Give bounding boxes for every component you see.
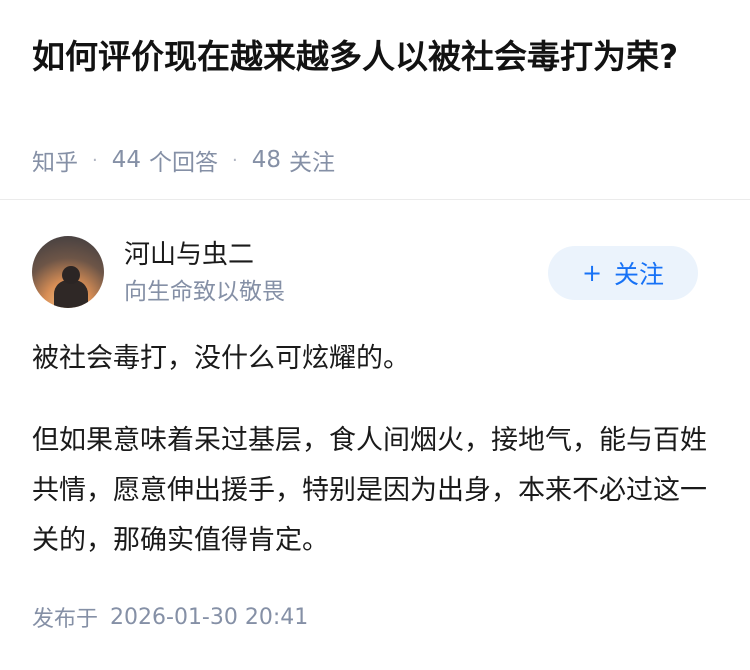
author-card: 河山与虫二 向生命致以敬畏 + 关注: [32, 236, 718, 310]
source-label[interactable]: 知乎: [32, 143, 78, 177]
author-name[interactable]: 河山与虫二: [124, 238, 254, 272]
separator-dot: ·: [232, 149, 238, 171]
publish-datetime: 2026-01-30 20:41: [110, 604, 309, 630]
follow-button[interactable]: + 关注: [548, 246, 698, 300]
publish-info: 发布于 2026-01-30 20:41: [32, 600, 308, 634]
answer-paragraph: 但如果意味着呆过基层，食人间烟火，接地气，能与百姓共情，愿意伸出援手，特别是因为…: [32, 425, 707, 556]
separator-dot: ·: [92, 149, 98, 171]
answer-paragraph: 被社会毒打，没什么可炫耀的。: [32, 343, 410, 374]
answer-count: 44: [111, 147, 142, 173]
avatar[interactable]: [32, 236, 104, 308]
question-meta: 知乎 · 44 个回答 · 48 关注: [32, 144, 335, 176]
question-title[interactable]: 如何评价现在越来越多人以被社会毒打为荣?: [32, 32, 712, 82]
follower-count: 48: [251, 147, 282, 173]
avatar-figure-head: [62, 266, 80, 284]
avatar-figure-body: [54, 280, 88, 308]
follower-count-label[interactable]: 关注: [289, 143, 335, 177]
publish-label: 发布于: [32, 607, 99, 632]
author-signature: 向生命致以敬畏: [124, 279, 285, 305]
plus-icon: +: [581, 259, 603, 287]
question-header: 如何评价现在越来越多人以被社会毒打为荣? 知乎 · 44 个回答 · 48 关注: [0, 0, 750, 200]
follow-label: 关注: [614, 260, 665, 289]
answer-content: 被社会毒打，没什么可炫耀的。 但如果意味着呆过基层，食人间烟火，接地气，能与百姓…: [32, 334, 718, 598]
answer-count-label[interactable]: 个回答: [149, 143, 218, 177]
